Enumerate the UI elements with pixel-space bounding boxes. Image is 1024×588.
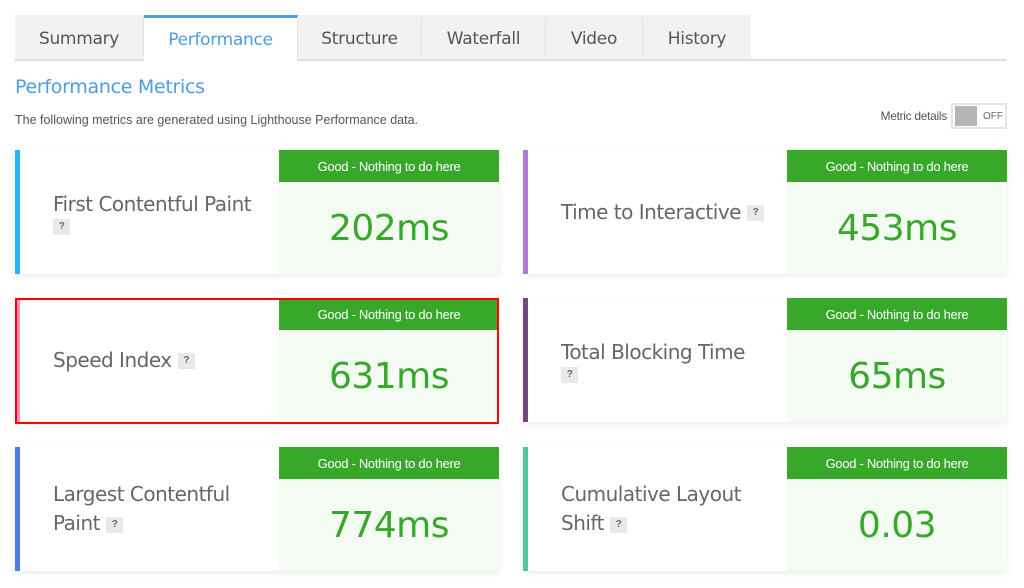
metric-card-cumulative-layout-shift: Cumulative Layout Shift? Good - Nothing …	[523, 447, 1007, 571]
tab-bar: Summary Performance Structure Waterfall …	[15, 15, 1007, 61]
help-icon[interactable]: ?	[106, 516, 123, 533]
metric-card-largest-contentful-paint: Largest Contentful Paint? Good - Nothing…	[15, 447, 499, 571]
tab-video[interactable]: Video	[546, 15, 643, 59]
metric-name: Time to Interactive	[561, 199, 741, 224]
metric-value: 0.03	[857, 504, 937, 546]
help-icon[interactable]: ?	[746, 205, 764, 221]
tab-structure[interactable]: Structure	[298, 15, 422, 59]
status-badge: Good - Nothing to do here	[787, 298, 1007, 330]
status-badge: Good - Nothing to do here	[279, 150, 499, 182]
metric-name: Speed Index	[53, 347, 172, 372]
metric-name: Cumulative Layout Shift	[561, 482, 742, 535]
metric-name: Total Blocking Time	[561, 339, 745, 364]
tab-history[interactable]: History	[643, 15, 751, 59]
section-title: Performance Metrics	[15, 76, 205, 98]
help-icon[interactable]: ?	[177, 353, 195, 369]
toggle-state: OFF	[983, 110, 1003, 122]
status-badge: Good - Nothing to do here	[787, 447, 1007, 479]
help-icon[interactable]: ?	[609, 516, 627, 533]
status-badge: Good - Nothing to do here	[279, 298, 499, 330]
metric-card-total-blocking-time: Total Blocking Time ? Good - Nothing to …	[523, 298, 1007, 422]
tab-performance[interactable]: Performance	[144, 15, 298, 61]
metric-details-toggle[interactable]: OFF	[951, 103, 1007, 129]
metric-details-control: Metric details OFF	[880, 103, 1007, 129]
metric-card-time-to-interactive: Time to Interactive? Good - Nothing to d…	[523, 150, 1007, 274]
toggle-knob[interactable]	[955, 106, 977, 126]
tab-summary[interactable]: Summary	[15, 15, 144, 59]
help-icon[interactable]: ?	[561, 366, 578, 383]
status-badge: Good - Nothing to do here	[787, 150, 1007, 182]
help-icon[interactable]: ?	[53, 218, 70, 235]
section-subtitle: The following metrics are generated usin…	[15, 113, 419, 127]
metric-value: 202ms	[328, 207, 450, 249]
metric-value: 65ms	[848, 355, 946, 397]
metric-details-label: Metric details	[880, 109, 948, 123]
metric-card-speed-index: Speed Index? Good - Nothing to do here 6…	[15, 298, 499, 422]
metric-value: 631ms	[328, 355, 450, 397]
metric-value: 453ms	[836, 207, 958, 249]
metric-name: Largest Contentful Paint	[53, 482, 230, 535]
tab-waterfall[interactable]: Waterfall	[422, 15, 546, 59]
metric-name: First Contentful Paint	[53, 191, 252, 216]
status-badge: Good - Nothing to do here	[279, 447, 499, 479]
metric-card-first-contentful-paint: First Contentful Paint ? Good - Nothing …	[15, 150, 499, 274]
metric-value: 774ms	[328, 504, 450, 546]
